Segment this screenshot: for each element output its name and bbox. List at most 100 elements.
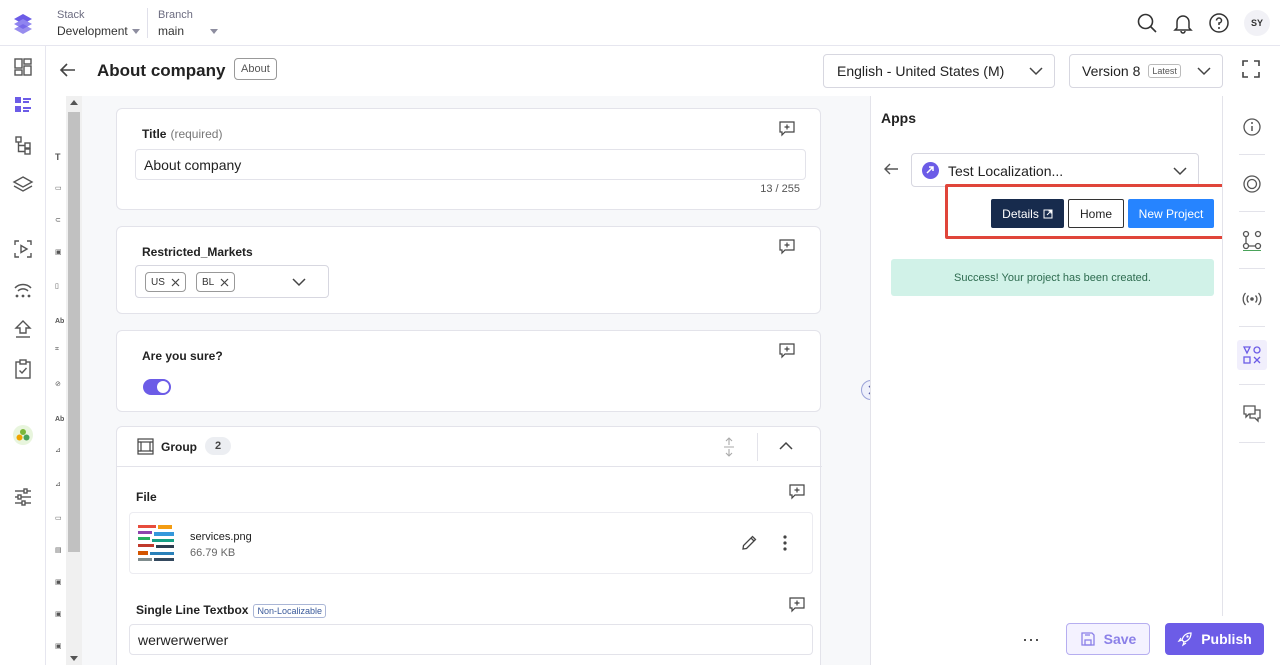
info-icon[interactable] — [1241, 116, 1263, 138]
rail-divider — [1239, 154, 1265, 155]
single-line-input[interactable]: werwerwerwer — [129, 624, 813, 655]
add-comment-icon[interactable] — [779, 239, 795, 255]
contentstack-logo-icon[interactable] — [10, 10, 36, 36]
latest-badge: Latest — [1148, 64, 1181, 78]
entries-icon[interactable] — [12, 94, 34, 116]
apps-panel-title: Apps — [881, 110, 916, 126]
file-thumbnail[interactable] — [136, 521, 180, 565]
publish-queue-icon[interactable] — [12, 318, 34, 340]
tag-bl: BL — [196, 272, 236, 292]
home-button[interactable]: Home — [1068, 199, 1124, 228]
broadcast-icon[interactable] — [1241, 288, 1263, 310]
single-line-label-text: Single Line Textbox — [136, 603, 249, 617]
stack-selector[interactable]: Stack Development — [57, 9, 140, 38]
add-comment-icon[interactable] — [789, 597, 805, 613]
app-selector-dropdown[interactable]: Test Localization... — [911, 153, 1199, 187]
rail-divider — [1239, 326, 1265, 327]
right-sidebar-rail — [1222, 96, 1280, 616]
scroll-down-icon[interactable] — [70, 656, 78, 661]
details-button[interactable]: Details — [991, 199, 1064, 228]
external-link-icon — [1043, 209, 1053, 219]
more-vertical-icon[interactable] — [782, 534, 788, 552]
preview-icon[interactable] — [12, 238, 34, 260]
title-label-text: Title — [142, 127, 167, 141]
branch-selector[interactable]: Branch main — [158, 9, 219, 38]
tag-remove-icon[interactable] — [220, 278, 229, 287]
assets-layers-icon[interactable] — [12, 174, 34, 196]
add-comment-icon[interactable] — [779, 343, 795, 359]
entry-header: About company About English - United Sta… — [46, 46, 1280, 96]
restricted-markets-multiselect[interactable]: US BL — [135, 265, 329, 298]
header-divider — [757, 433, 758, 461]
collapse-up-icon[interactable] — [778, 440, 794, 452]
publish-button[interactable]: Publish — [1165, 623, 1264, 655]
add-comment-icon[interactable] — [789, 484, 805, 500]
are-you-sure-label: Are you sure? — [142, 349, 223, 363]
app-name: Test Localization... — [948, 163, 1064, 179]
file-attachment[interactable]: services.png 66.79 KB — [129, 512, 813, 574]
target-icon[interactable] — [1241, 173, 1263, 195]
group-field-type-icon: ▣ — [55, 611, 62, 618]
non-localizable-badge: Non-Localizable — [253, 604, 327, 618]
ab-field-type-label: Ab — [55, 416, 65, 423]
new-project-button[interactable]: New Project — [1128, 199, 1214, 228]
reference-field-type-icon: ⌗ — [55, 346, 59, 353]
rail-divider — [1239, 442, 1265, 443]
save-button[interactable]: Save — [1066, 623, 1150, 655]
help-icon[interactable] — [1208, 12, 1230, 34]
rail-divider — [1239, 384, 1265, 385]
locale-dropdown[interactable]: English - United States (M) — [823, 54, 1055, 88]
header-divider — [147, 8, 148, 38]
more-actions-icon[interactable]: ⋯ — [1022, 630, 1041, 651]
marketplace-app-icon[interactable] — [12, 424, 34, 446]
chevron-down-icon — [210, 28, 219, 34]
text-field-type-icon: ▭ — [55, 515, 62, 522]
version-dropdown[interactable]: Version 8 Latest — [1069, 54, 1223, 88]
ab-field-type-label: Ab — [55, 318, 65, 325]
save-disk-icon — [1080, 631, 1096, 647]
avatar[interactable]: SY — [1244, 10, 1270, 36]
save-label: Save — [1103, 631, 1137, 647]
add-comment-icon[interactable] — [779, 121, 795, 137]
chevron-down-icon — [1028, 65, 1044, 77]
tag-us: US — [145, 272, 186, 292]
group-field-type-icon: ▣ — [55, 643, 62, 650]
file-field-label: File — [136, 490, 157, 504]
publish-label: Publish — [1201, 631, 1252, 647]
scrollbar-thumb[interactable] — [68, 112, 80, 552]
bell-icon[interactable] — [1172, 12, 1194, 34]
file-size: 66.79 KB — [190, 547, 236, 559]
tasks-icon[interactable] — [12, 358, 34, 380]
tag-remove-icon[interactable] — [171, 278, 180, 287]
title-field-card: Title (required) About company 13 / 255 — [116, 108, 821, 210]
required-hint: (required) — [170, 127, 223, 141]
comments-icon[interactable] — [1241, 402, 1263, 424]
single-line-field-label: Single Line Textbox Non-Localizable — [136, 603, 327, 618]
back-arrow-icon[interactable] — [883, 162, 899, 176]
back-arrow-icon[interactable] — [58, 60, 78, 80]
chevron-down-icon — [131, 28, 140, 34]
dashboard-icon[interactable] — [12, 56, 34, 78]
edit-pencil-icon[interactable] — [740, 534, 758, 552]
group-field-card: Group 2 File services.png 66.79 KB Singl… — [116, 426, 822, 665]
content-models-icon[interactable] — [12, 134, 34, 156]
editor-scrollbar[interactable] — [66, 96, 82, 665]
chevron-down-icon[interactable] — [291, 276, 307, 288]
title-input[interactable]: About company — [135, 149, 806, 180]
scroll-up-icon[interactable] — [70, 100, 78, 105]
are-you-sure-toggle[interactable] — [143, 379, 171, 395]
toggle-knob — [157, 381, 169, 393]
branch-label: Branch — [158, 9, 193, 21]
reorder-icon[interactable] — [723, 437, 735, 457]
select-field-type-icon: ⊂ — [55, 217, 61, 224]
releases-icon[interactable] — [12, 278, 34, 300]
settings-sliders-icon[interactable] — [12, 486, 34, 508]
page-title: About company — [97, 61, 226, 80]
group-header: Group 2 — [117, 427, 822, 467]
search-icon[interactable] — [1136, 12, 1158, 34]
restricted-markets-card: Restricted_Markets US BL — [116, 226, 821, 314]
group-field-type-icon: ▣ — [55, 579, 62, 586]
workflow-icon[interactable] — [1241, 229, 1263, 251]
fullscreen-icon[interactable] — [1242, 60, 1260, 78]
apps-widget-tab[interactable] — [1237, 340, 1267, 370]
